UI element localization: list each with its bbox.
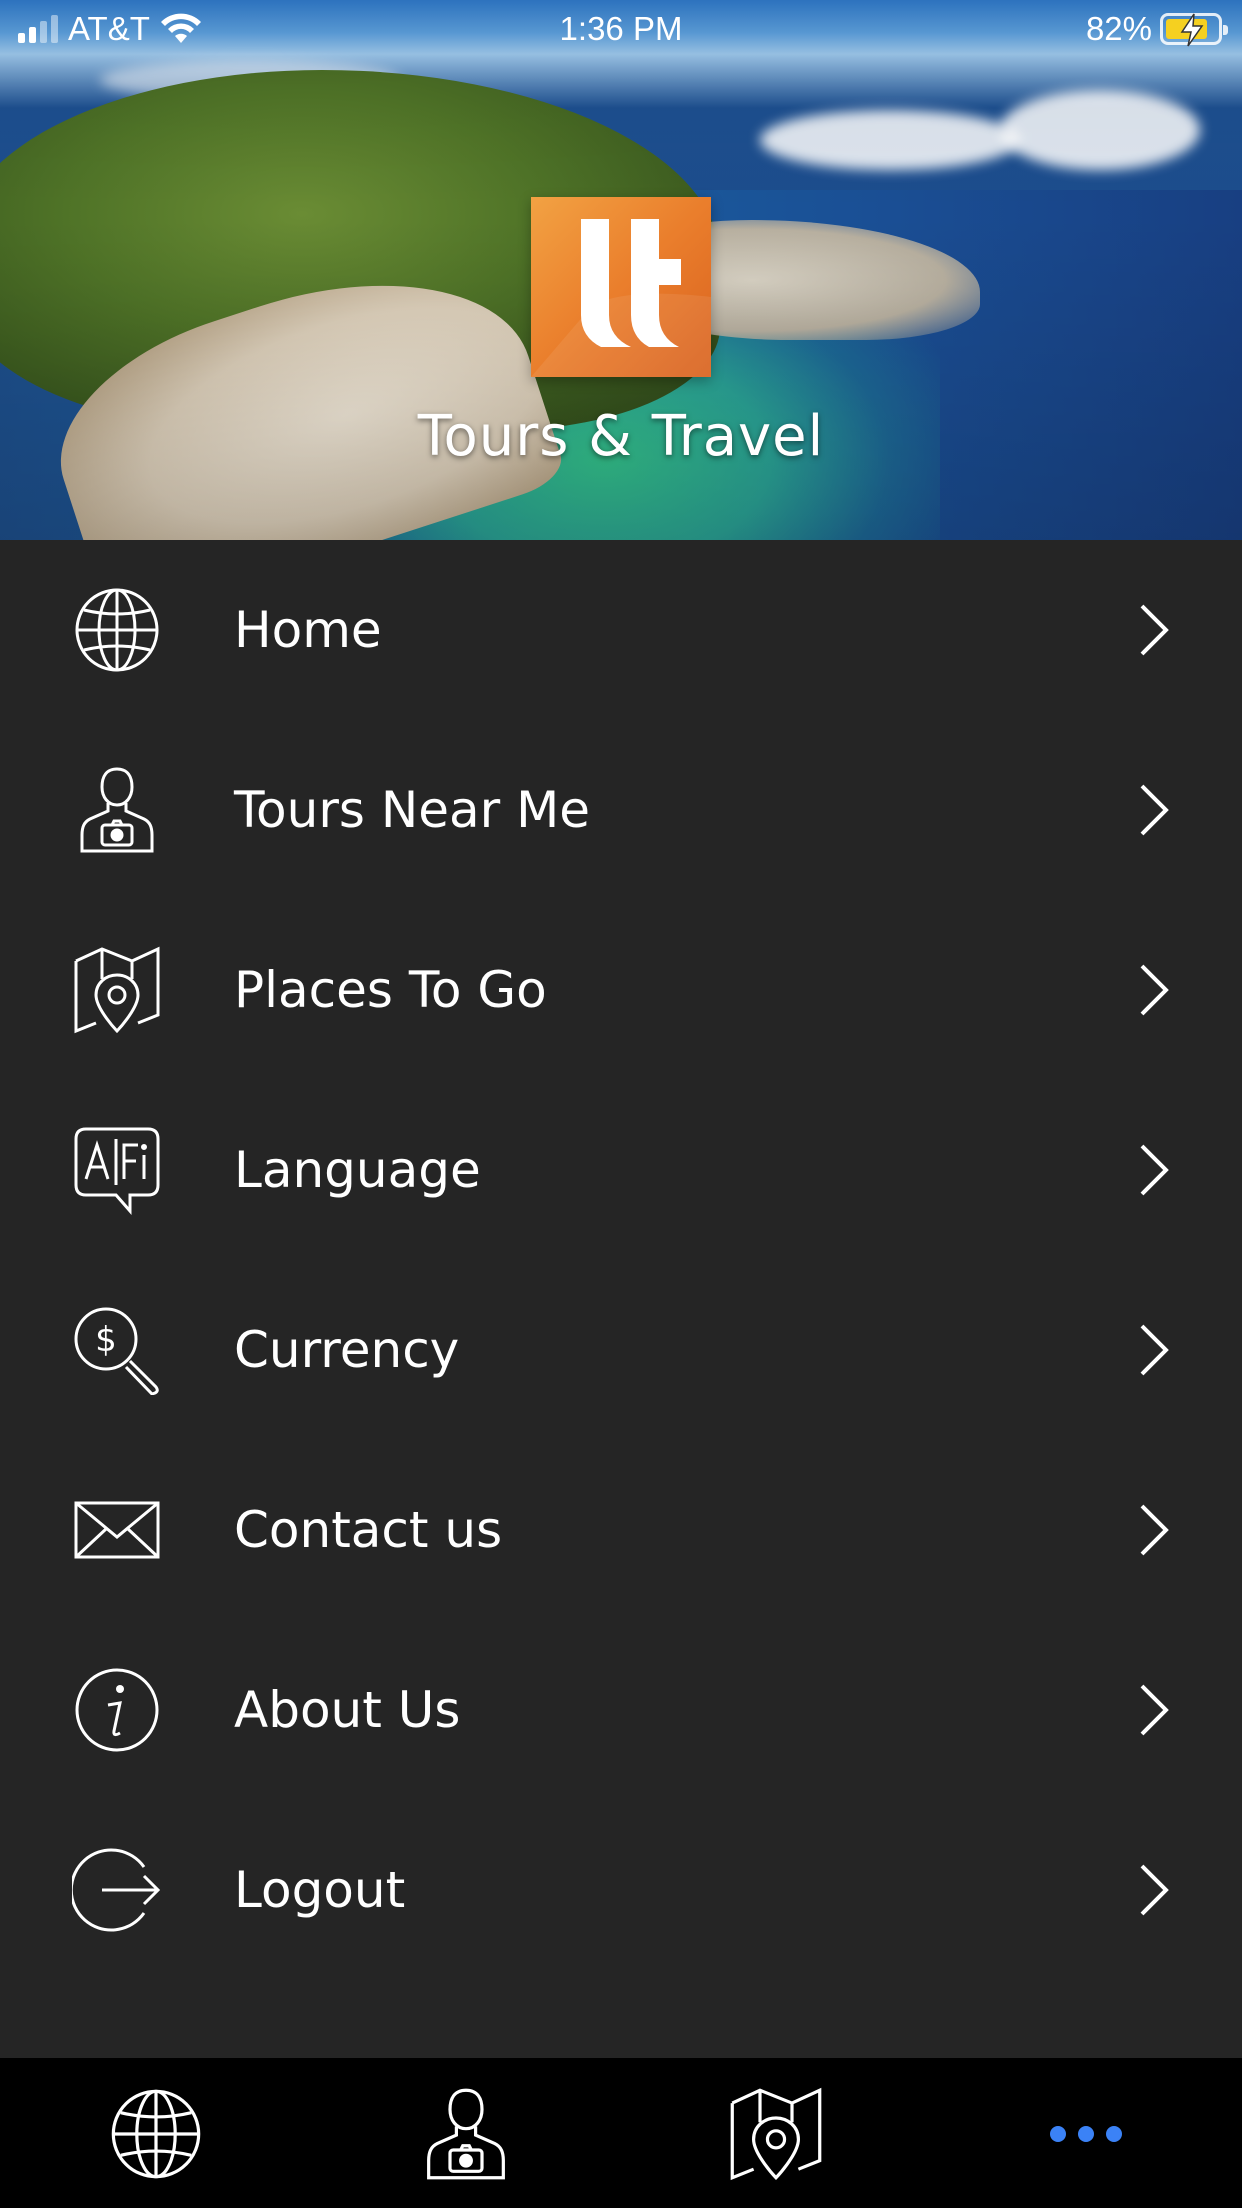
- tab-places-to-go[interactable]: [728, 2086, 824, 2182]
- map-pin-icon: [74, 946, 160, 1034]
- status-bar: AT&T 1:36 PM 82%: [0, 0, 1242, 60]
- logout-icon: [72, 1848, 161, 1932]
- envelope-icon: [74, 1501, 160, 1559]
- translate-bubble-icon: [74, 1127, 160, 1215]
- more-dots-icon: [1050, 2126, 1122, 2142]
- menu-item-home[interactable]: Home: [0, 540, 1242, 720]
- info-icon: [75, 1668, 159, 1752]
- chevron-right-icon: [1140, 1684, 1169, 1736]
- chevron-right-icon: [1140, 604, 1169, 656]
- chevron-right-icon: [1140, 1324, 1169, 1376]
- menu-item-tours-near-me[interactable]: Tours Near Me: [0, 720, 1242, 900]
- menu-item-label: Home: [234, 601, 382, 659]
- status-time: 1:36 PM: [559, 10, 683, 47]
- chevron-right-icon: [1140, 964, 1169, 1016]
- chevron-right-icon: [1140, 1504, 1169, 1556]
- menu-item-contact-us[interactable]: Contact us: [0, 1440, 1242, 1620]
- menu-item-label: Tours Near Me: [234, 781, 590, 839]
- tab-home[interactable]: [108, 2086, 204, 2182]
- tt-logo: [531, 197, 711, 377]
- battery-charging-icon: [1160, 13, 1228, 47]
- globe-icon: [75, 588, 159, 672]
- tab-more[interactable]: [1038, 2086, 1134, 2182]
- side-menu: Home Tours Near Me Places To Go Language…: [0, 540, 1242, 1980]
- menu-item-label: Logout: [234, 1861, 406, 1919]
- menu-item-label: Contact us: [234, 1501, 503, 1559]
- menu-item-about-us[interactable]: About Us: [0, 1620, 1242, 1800]
- map-pin-icon: [730, 2087, 822, 2181]
- tab-tours-near-me[interactable]: [418, 2086, 514, 2182]
- bolt-icon: [1180, 13, 1204, 47]
- svg-text:$: $: [95, 1320, 117, 1360]
- globe-icon: [111, 2089, 201, 2179]
- bottom-tab-bar: [0, 2058, 1242, 2208]
- chevron-right-icon: [1140, 1864, 1169, 1916]
- menu-item-label: Language: [234, 1141, 481, 1199]
- tour-guide-camera-icon: [80, 767, 154, 853]
- menu-item-label: Places To Go: [234, 961, 547, 1019]
- battery-percent: 82%: [1085, 10, 1152, 47]
- chevron-right-icon: [1140, 784, 1169, 836]
- menu-item-places-to-go[interactable]: Places To Go: [0, 900, 1242, 1080]
- brand-title: Tours & Travel: [417, 404, 825, 469]
- menu-item-currency[interactable]: $ Currency: [0, 1260, 1242, 1440]
- menu-item-language[interactable]: Language: [0, 1080, 1242, 1260]
- chevron-right-icon: [1140, 1144, 1169, 1196]
- menu-item-label: About Us: [234, 1681, 461, 1739]
- menu-item-label: Currency: [234, 1321, 460, 1379]
- tour-guide-camera-icon: [427, 2088, 505, 2180]
- dollar-search-icon: $: [74, 1307, 159, 1395]
- menu-item-logout[interactable]: Logout: [0, 1800, 1242, 1980]
